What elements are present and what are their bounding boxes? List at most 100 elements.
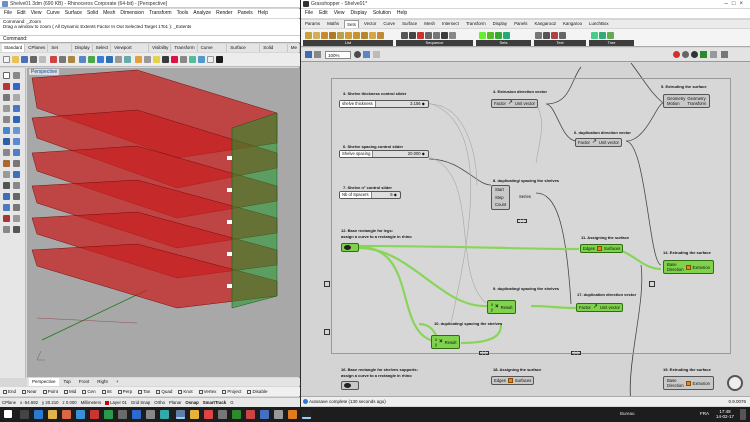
gh-tab-intersect[interactable]: Intersect bbox=[440, 20, 461, 28]
output-surfaces[interactable]: Surfaces bbox=[515, 378, 532, 383]
canvas-group[interactable] bbox=[331, 78, 731, 354]
checkbox[interactable] bbox=[3, 389, 7, 394]
four-views-icon[interactable] bbox=[135, 56, 142, 63]
options-icon[interactable] bbox=[198, 56, 205, 63]
output-unit-vector[interactable]: Unit vector bbox=[515, 101, 535, 106]
split-list-icon[interactable] bbox=[345, 32, 352, 39]
help-icon[interactable] bbox=[207, 56, 214, 63]
ellipse-icon[interactable] bbox=[3, 116, 10, 123]
preview-shaded-icon[interactable] bbox=[691, 51, 698, 58]
gh-menu-file[interactable]: File bbox=[305, 9, 313, 18]
slider-value[interactable]: 20.000 ◆ bbox=[408, 151, 428, 157]
gh-tab-maths[interactable]: Maths bbox=[325, 20, 341, 28]
tab-curve-tools[interactable]: Curve Tools bbox=[199, 44, 228, 58]
app-icon[interactable] bbox=[288, 410, 297, 419]
navigation-wheel-icon[interactable] bbox=[727, 375, 743, 391]
split-icon[interactable] bbox=[13, 171, 20, 178]
tab-solid-tools[interactable]: Solid Tools bbox=[261, 44, 288, 58]
app-icon[interactable] bbox=[190, 410, 199, 419]
gh-menu-help[interactable]: Help bbox=[397, 9, 407, 18]
range-icon[interactable] bbox=[409, 32, 416, 39]
move-component[interactable]: Geometry Motion Geometry Transform bbox=[663, 94, 711, 108]
tab-viewport-layout[interactable]: Viewport Layout bbox=[112, 44, 150, 58]
zoom-level-dropdown[interactable]: 100% bbox=[325, 51, 351, 59]
sort-list-icon[interactable] bbox=[337, 32, 344, 39]
status-osnap[interactable]: Osnap bbox=[185, 398, 198, 407]
app-icon[interactable] bbox=[246, 410, 255, 419]
cplane-icon[interactable] bbox=[144, 56, 151, 63]
group-anchor-icon[interactable] bbox=[571, 351, 581, 355]
undo-icon[interactable] bbox=[79, 56, 86, 63]
series-icon[interactable] bbox=[401, 32, 408, 39]
status-layer[interactable]: Layer 01 bbox=[105, 398, 127, 407]
sub-list-icon[interactable] bbox=[353, 32, 360, 39]
rectangle-icon[interactable] bbox=[3, 105, 10, 112]
app-icon[interactable] bbox=[204, 410, 213, 419]
minimize-icon[interactable]: – bbox=[725, 1, 732, 7]
input-edges[interactable]: Edges bbox=[583, 246, 595, 251]
import-icon[interactable] bbox=[39, 56, 46, 63]
browser-icon[interactable] bbox=[34, 410, 43, 419]
zoom-extents-icon[interactable] bbox=[124, 56, 131, 63]
preview-selected-icon[interactable] bbox=[700, 51, 707, 58]
curve-param-legs[interactable] bbox=[341, 243, 359, 252]
rhino-menu-solid[interactable]: Solid bbox=[87, 9, 98, 18]
mesh-settings-icon[interactable] bbox=[710, 51, 717, 58]
shift-list-icon[interactable] bbox=[329, 32, 336, 39]
gh-tab-curve[interactable]: Curve bbox=[381, 20, 397, 28]
input-motion[interactable]: Motion bbox=[667, 101, 685, 106]
viewport-label[interactable]: Perspective bbox=[29, 69, 60, 75]
tab-visibility[interactable]: Visibility bbox=[150, 44, 172, 52]
input-edges[interactable]: Edges bbox=[494, 378, 506, 383]
osnap-quad[interactable]: Quad bbox=[156, 387, 172, 396]
status-units[interactable]: Millimeters bbox=[81, 398, 102, 407]
multiplication-component-2[interactable]: x y × Result bbox=[431, 335, 461, 349]
extrude-surface-icon[interactable] bbox=[13, 127, 20, 134]
set-difference-icon[interactable] bbox=[495, 32, 502, 39]
gh-menu-edit[interactable]: Edit bbox=[319, 9, 328, 18]
perspective-viewport[interactable]: Perspective bbox=[27, 68, 300, 377]
input-factor[interactable]: Factor bbox=[579, 305, 591, 310]
multiplication-component[interactable]: x y × Result bbox=[487, 300, 517, 314]
osnap-end[interactable]: End bbox=[3, 387, 16, 396]
app-icon[interactable] bbox=[218, 410, 227, 419]
text-icon[interactable] bbox=[13, 226, 20, 233]
app-icon[interactable] bbox=[104, 410, 113, 419]
member-index-icon[interactable] bbox=[503, 32, 510, 39]
input-start[interactable]: Start bbox=[495, 187, 504, 193]
grasshopper-icon[interactable] bbox=[216, 56, 223, 63]
tab-standard[interactable]: Standard bbox=[2, 44, 26, 52]
save-icon[interactable] bbox=[21, 56, 28, 63]
preview-mode-icon[interactable] bbox=[373, 51, 380, 58]
app-icon[interactable] bbox=[146, 410, 155, 419]
group-anchor-icon[interactable] bbox=[517, 219, 527, 223]
select-arrow-icon[interactable] bbox=[3, 72, 10, 79]
series-component[interactable]: Start Step Count bbox=[491, 185, 511, 210]
ribbon-group-sequence[interactable]: Sequence bbox=[396, 40, 473, 46]
surface-icon[interactable] bbox=[3, 127, 10, 134]
ribbon-group-list[interactable]: List bbox=[303, 40, 393, 46]
text-split-icon[interactable] bbox=[551, 32, 558, 39]
boolean-icon[interactable] bbox=[3, 160, 10, 167]
app-icon[interactable] bbox=[118, 410, 127, 419]
gh-tab-mesh[interactable]: Mesh bbox=[422, 20, 437, 28]
rhino-taskbar-icon[interactable] bbox=[176, 410, 185, 419]
rhino-menu-analyze[interactable]: Analyze bbox=[193, 9, 211, 18]
output-transform[interactable]: Transform bbox=[687, 101, 706, 106]
brep-edges-component-2[interactable]: Edges Surfaces bbox=[491, 376, 535, 385]
gh-tab-lunchbox[interactable]: LunchBox bbox=[587, 20, 611, 28]
cull-pattern-icon[interactable] bbox=[361, 32, 368, 39]
osnap-perp[interactable]: Perp bbox=[117, 387, 132, 396]
unit-vector-component[interactable]: Factor ↗ Unit vector bbox=[491, 99, 538, 108]
desktop-label[interactable]: Bureau bbox=[620, 411, 635, 416]
output-result[interactable]: Result bbox=[501, 305, 513, 310]
tab-display[interactable]: Display bbox=[73, 44, 93, 52]
checkbox[interactable] bbox=[101, 389, 106, 394]
trim-icon[interactable] bbox=[3, 171, 10, 178]
rhino-menu-render[interactable]: Render bbox=[216, 9, 232, 18]
slider-value[interactable]: 3.156 ◆ bbox=[410, 101, 428, 107]
status-ortho[interactable]: Ortho bbox=[154, 398, 165, 407]
polyline-icon[interactable] bbox=[3, 83, 10, 90]
viewport-tab-front[interactable]: Front bbox=[76, 378, 93, 386]
app-icon[interactable] bbox=[160, 410, 169, 419]
